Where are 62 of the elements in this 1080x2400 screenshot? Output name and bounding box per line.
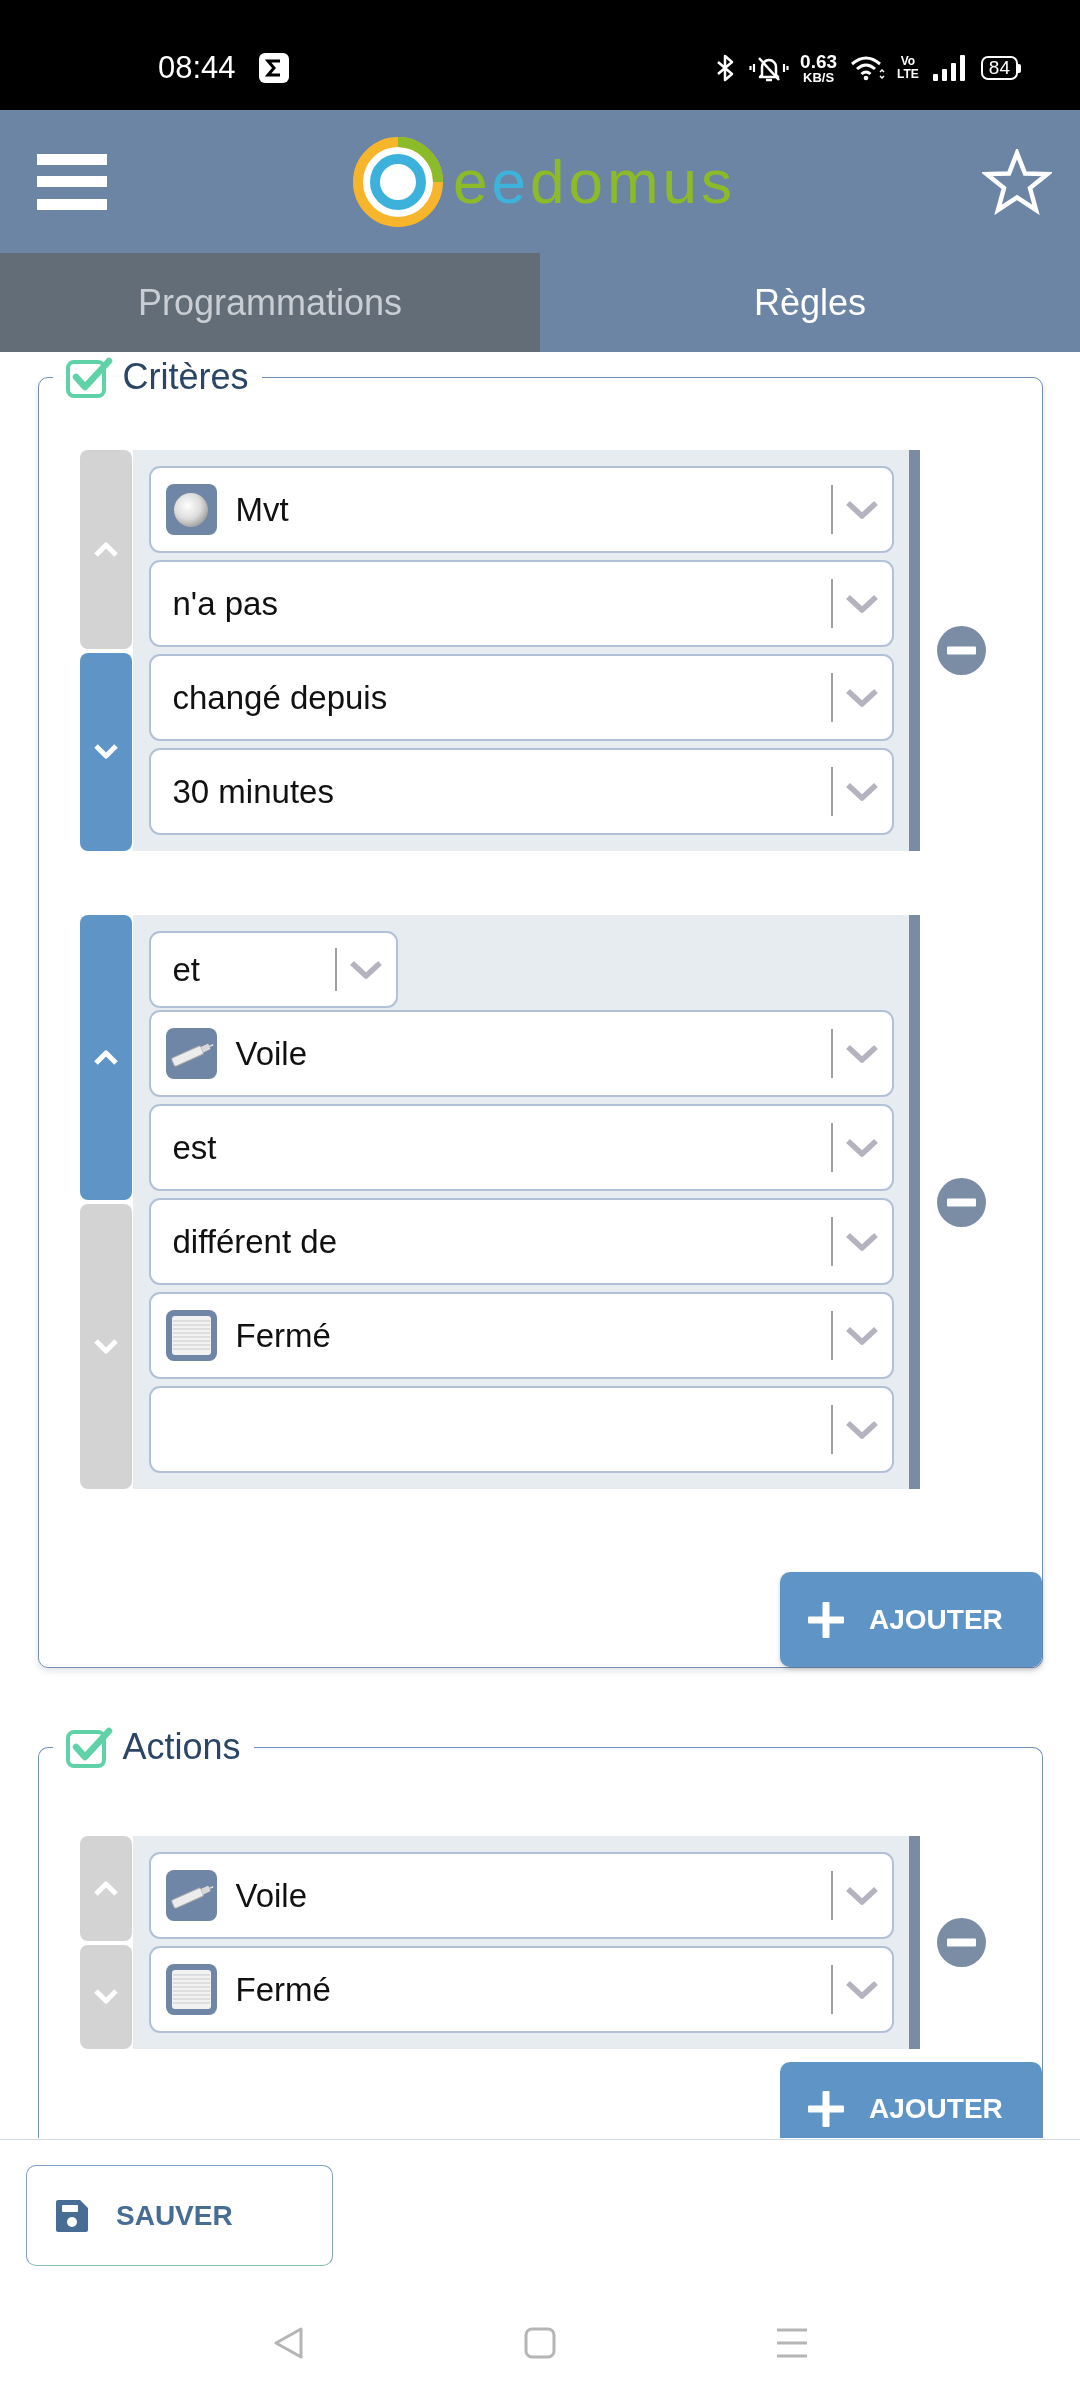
chevron-down-icon (92, 743, 119, 761)
dropdown[interactable]: Mvt (148, 466, 894, 553)
cylinder-icon (165, 1870, 217, 1921)
chevron-up-icon (92, 1879, 119, 1897)
dropdown[interactable]: différent de (148, 1198, 894, 1285)
logo-text: eedomus (452, 146, 737, 217)
dropdown[interactable]: n'a pas (148, 560, 894, 647)
chevron-down-icon (844, 1979, 879, 2000)
move-down-button[interactable] (79, 652, 132, 851)
volte-text: Vo LTE (897, 55, 919, 81)
dropdown[interactable]: Voile (148, 1852, 894, 1939)
dropdown[interactable]: changé depuis (148, 654, 894, 741)
chevron-down-icon (844, 1325, 879, 1346)
logo-ring-icon (352, 134, 443, 229)
move-up-button[interactable] (79, 915, 132, 1200)
remove-icon[interactable] (936, 626, 986, 675)
back-icon[interactable] (272, 2326, 304, 2360)
menu-icon[interactable] (776, 2328, 808, 2358)
blinds-icon (165, 1964, 217, 2015)
dropdown[interactable]: est (148, 1104, 894, 1191)
plus-icon (808, 1601, 844, 1638)
chevron-down-icon (92, 1988, 119, 2006)
tab[interactable]: Règles (540, 253, 1080, 352)
save-button[interactable]: SAUVER (26, 2165, 333, 2266)
chevron-down-icon (844, 1043, 879, 1064)
chevron-down-icon (844, 499, 879, 520)
chevron-down-icon (844, 687, 879, 708)
menu-icon[interactable] (37, 153, 107, 210)
chevron-down-icon (844, 1231, 879, 1252)
chevron-down-icon (844, 593, 879, 614)
dropdown[interactable]: 30 minutes (148, 748, 894, 835)
sigma-app-icon (258, 53, 289, 83)
chevron-down-icon (92, 1338, 119, 1355)
dropdown[interactable]: Fermé (148, 1292, 894, 1379)
chevron-down-icon (844, 1419, 879, 1440)
data-rate-unit: KB/S (803, 70, 835, 85)
dropdown[interactable]: Fermé (148, 1946, 894, 2033)
data-rate-text: 0.63 (800, 51, 838, 71)
wifi-icon (851, 55, 886, 81)
dropdown[interactable]: Voile (148, 1010, 894, 1097)
home-icon[interactable] (524, 2327, 556, 2359)
chevron-up-icon (92, 540, 119, 558)
dropdown[interactable]: et (148, 931, 398, 1008)
chevron-up-icon (92, 1049, 119, 1066)
checkbox-icon[interactable] (65, 1726, 113, 1768)
remove-icon[interactable] (936, 1177, 986, 1227)
signal-icon (932, 55, 966, 81)
cylinder-icon (165, 1028, 217, 1079)
chevron-down-icon (348, 959, 383, 980)
section-title: Actions (122, 1726, 241, 1768)
plus-icon (808, 2091, 844, 2127)
section-title: Critères (122, 356, 249, 398)
checkbox-icon[interactable] (65, 356, 113, 398)
blinds-icon (165, 1310, 217, 1361)
dropdown[interactable] (148, 1386, 894, 1473)
status-time: 08:44 (158, 50, 236, 86)
remove-icon[interactable] (936, 1918, 986, 1967)
chevron-down-icon (844, 1137, 879, 1158)
battery-indicator: 84 (980, 56, 1021, 80)
star-icon[interactable] (982, 148, 1052, 215)
chevron-down-icon (844, 1885, 879, 1906)
chevron-down-icon (844, 781, 879, 802)
